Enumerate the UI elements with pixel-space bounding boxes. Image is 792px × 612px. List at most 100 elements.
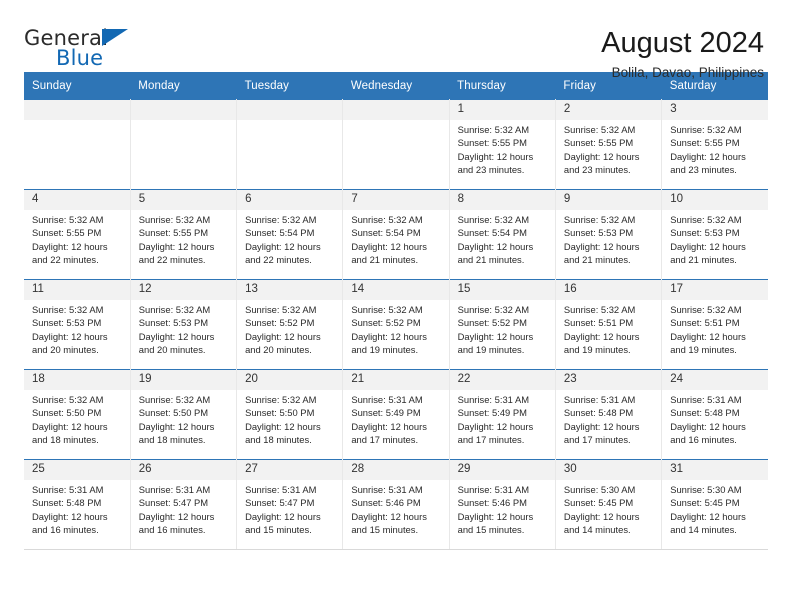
day-cell[interactable]: 15 Sunrise: 5:32 AM Sunset: 5:52 PM Dayl… — [449, 279, 556, 370]
day-detail: Sunrise: 5:32 AM Sunset: 5:53 PM Dayligh… — [662, 210, 768, 267]
day-number: 20 — [237, 370, 343, 390]
day-cell[interactable]: 28 Sunrise: 5:31 AM Sunset: 5:46 PM Dayl… — [342, 459, 450, 550]
sunset-text: Sunset: 5:53 PM — [563, 227, 634, 239]
calendar-page: General Blue August 2024 Bolila, Davao, … — [0, 0, 792, 612]
day-cell[interactable]: 22 Sunrise: 5:31 AM Sunset: 5:49 PM Dayl… — [449, 369, 556, 460]
day-cell[interactable]: 9 Sunrise: 5:32 AM Sunset: 5:53 PM Dayli… — [555, 189, 663, 280]
day-cell[interactable]: 23 Sunrise: 5:31 AM Sunset: 5:48 PM Dayl… — [555, 369, 663, 460]
daylight-text-line2: and 17 minutes. — [351, 434, 419, 446]
day-cell[interactable]: 1 Sunrise: 5:32 AM Sunset: 5:55 PM Dayli… — [449, 99, 556, 190]
sunrise-text: Sunrise: 5:32 AM — [457, 214, 530, 225]
day-detail: Sunrise: 5:32 AM Sunset: 5:54 PM Dayligh… — [343, 210, 448, 267]
daylight-text-line2: and 18 minutes. — [245, 434, 312, 446]
day-cell[interactable]: 21 Sunrise: 5:31 AM Sunset: 5:49 PM Dayl… — [342, 369, 450, 460]
daylight-text-line1: Daylight: 12 hours — [351, 330, 427, 342]
dow-header-thursday: Thursday — [449, 72, 556, 100]
sunset-text: Sunset: 5:48 PM — [563, 407, 634, 419]
day-cell[interactable]: 30 Sunrise: 5:30 AM Sunset: 5:45 PM Dayl… — [555, 459, 663, 550]
day-cell[interactable]: 24 Sunrise: 5:31 AM Sunset: 5:48 PM Dayl… — [661, 369, 768, 460]
sunrise-text: Sunrise: 5:31 AM — [138, 484, 211, 495]
week-row: 18 Sunrise: 5:32 AM Sunset: 5:50 PM Dayl… — [24, 369, 768, 460]
sunset-text: Sunset: 5:45 PM — [563, 497, 634, 509]
day-number — [237, 100, 343, 120]
sunrise-text: Sunrise: 5:32 AM — [563, 124, 636, 135]
day-number: 15 — [449, 280, 555, 300]
sunset-text: Sunset: 5:55 PM — [32, 227, 102, 239]
day-cell[interactable]: 6 Sunrise: 5:32 AM Sunset: 5:54 PM Dayli… — [236, 189, 344, 280]
day-number: 25 — [24, 460, 130, 480]
day-number: 30 — [555, 460, 662, 480]
day-cell[interactable]: 12 Sunrise: 5:32 AM Sunset: 5:53 PM Dayl… — [130, 279, 238, 370]
day-number: 31 — [662, 460, 768, 480]
daylight-text-line2: and 16 minutes. — [32, 524, 99, 536]
daylight-text-line2: and 15 minutes. — [457, 524, 525, 536]
day-cell[interactable]: 31 Sunrise: 5:30 AM Sunset: 5:45 PM Dayl… — [661, 459, 768, 550]
day-detail: Sunrise: 5:30 AM Sunset: 5:45 PM Dayligh… — [556, 480, 661, 537]
daylight-text-line1: Daylight: 12 hours — [138, 420, 215, 432]
sunrise-text: Sunrise: 5:32 AM — [32, 394, 104, 405]
day-cell[interactable]: 18 Sunrise: 5:32 AM Sunset: 5:50 PM Dayl… — [24, 369, 131, 460]
day-cell[interactable]: 2 Sunrise: 5:32 AM Sunset: 5:55 PM Dayli… — [555, 99, 663, 190]
day-cell[interactable] — [24, 99, 131, 190]
sunset-text: Sunset: 5:47 PM — [138, 497, 209, 509]
day-detail: Sunrise: 5:32 AM Sunset: 5:52 PM Dayligh… — [343, 300, 448, 357]
general-blue-logo[interactable]: General Blue — [24, 26, 144, 72]
sunrise-text: Sunrise: 5:31 AM — [351, 394, 423, 405]
day-cell[interactable]: 14 Sunrise: 5:32 AM Sunset: 5:52 PM Dayl… — [342, 279, 450, 370]
day-number: 6 — [237, 190, 343, 210]
daylight-text-line1: Daylight: 12 hours — [245, 510, 321, 522]
day-cell[interactable]: 11 Sunrise: 5:32 AM Sunset: 5:53 PM Dayl… — [24, 279, 131, 370]
day-cell[interactable]: 13 Sunrise: 5:32 AM Sunset: 5:52 PM Dayl… — [236, 279, 344, 370]
day-cell[interactable]: 26 Sunrise: 5:31 AM Sunset: 5:47 PM Dayl… — [130, 459, 238, 550]
sunrise-sunset-calendar-table: Sunday Monday Tuesday Wednesday Thursday… — [24, 72, 768, 550]
day-cell[interactable]: 17 Sunrise: 5:32 AM Sunset: 5:51 PM Dayl… — [661, 279, 768, 370]
day-number: 18 — [24, 370, 130, 390]
daylight-text-line2: and 18 minutes. — [32, 434, 99, 446]
dow-header-sunday: Sunday — [24, 72, 131, 100]
daylight-text-line1: Daylight: 12 hours — [32, 330, 108, 342]
dow-header-wednesday: Wednesday — [342, 72, 450, 100]
daylight-text-line2: and 19 minutes. — [563, 344, 631, 356]
daylight-text-line1: Daylight: 12 hours — [563, 240, 640, 252]
day-cell[interactable] — [130, 99, 238, 190]
day-number: 16 — [555, 280, 662, 300]
day-detail: Sunrise: 5:32 AM Sunset: 5:52 PM Dayligh… — [237, 300, 342, 357]
sunrise-text: Sunrise: 5:30 AM — [563, 484, 636, 495]
day-detail: Sunrise: 5:32 AM Sunset: 5:54 PM Dayligh… — [450, 210, 555, 267]
sunrise-text: Sunrise: 5:31 AM — [32, 484, 104, 495]
page-title: August 2024 — [601, 27, 764, 59]
day-cell[interactable]: 3 Sunrise: 5:32 AM Sunset: 5:55 PM Dayli… — [661, 99, 768, 190]
daylight-text-line2: and 23 minutes. — [670, 164, 737, 176]
calendar-body: 1 Sunrise: 5:32 AM Sunset: 5:55 PM Dayli… — [24, 99, 768, 550]
day-cell[interactable]: 16 Sunrise: 5:32 AM Sunset: 5:51 PM Dayl… — [555, 279, 663, 370]
day-cell[interactable]: 27 Sunrise: 5:31 AM Sunset: 5:47 PM Dayl… — [236, 459, 344, 550]
day-cell[interactable] — [236, 99, 344, 190]
day-cell[interactable]: 5 Sunrise: 5:32 AM Sunset: 5:55 PM Dayli… — [130, 189, 238, 280]
sunrise-text: Sunrise: 5:31 AM — [245, 484, 317, 495]
sunrise-text: Sunrise: 5:32 AM — [245, 394, 317, 405]
day-cell[interactable]: 8 Sunrise: 5:32 AM Sunset: 5:54 PM Dayli… — [449, 189, 556, 280]
day-detail: Sunrise: 5:32 AM Sunset: 5:55 PM Dayligh… — [556, 120, 661, 177]
day-cell[interactable] — [342, 99, 450, 190]
sunset-text: Sunset: 5:52 PM — [245, 317, 315, 329]
sunrise-text: Sunrise: 5:30 AM — [670, 484, 742, 495]
day-cell[interactable]: 4 Sunrise: 5:32 AM Sunset: 5:55 PM Dayli… — [24, 189, 131, 280]
logo-text-blue: Blue — [56, 46, 104, 70]
sunset-text: Sunset: 5:45 PM — [670, 497, 740, 509]
sunrise-text: Sunrise: 5:31 AM — [563, 394, 636, 405]
title-block: August 2024 Bolila, Davao, Philippines — [601, 26, 768, 83]
day-cell[interactable]: 10 Sunrise: 5:32 AM Sunset: 5:53 PM Dayl… — [661, 189, 768, 280]
daylight-text-line1: Daylight: 12 hours — [32, 420, 108, 432]
day-cell[interactable]: 29 Sunrise: 5:31 AM Sunset: 5:46 PM Dayl… — [449, 459, 556, 550]
daylight-text-line1: Daylight: 12 hours — [457, 150, 534, 162]
day-cell[interactable]: 7 Sunrise: 5:32 AM Sunset: 5:54 PM Dayli… — [342, 189, 450, 280]
sunset-text: Sunset: 5:55 PM — [457, 137, 527, 149]
sunset-text: Sunset: 5:53 PM — [138, 317, 209, 329]
day-cell[interactable]: 25 Sunrise: 5:31 AM Sunset: 5:48 PM Dayl… — [24, 459, 131, 550]
blue-triangle-flag-icon — [102, 29, 128, 46]
daylight-text-line2: and 23 minutes. — [563, 164, 631, 176]
sunset-text: Sunset: 5:54 PM — [457, 227, 527, 239]
day-cell[interactable]: 20 Sunrise: 5:32 AM Sunset: 5:50 PM Dayl… — [236, 369, 344, 460]
day-cell[interactable]: 19 Sunrise: 5:32 AM Sunset: 5:50 PM Dayl… — [130, 369, 238, 460]
daylight-text-line1: Daylight: 12 hours — [563, 330, 640, 342]
